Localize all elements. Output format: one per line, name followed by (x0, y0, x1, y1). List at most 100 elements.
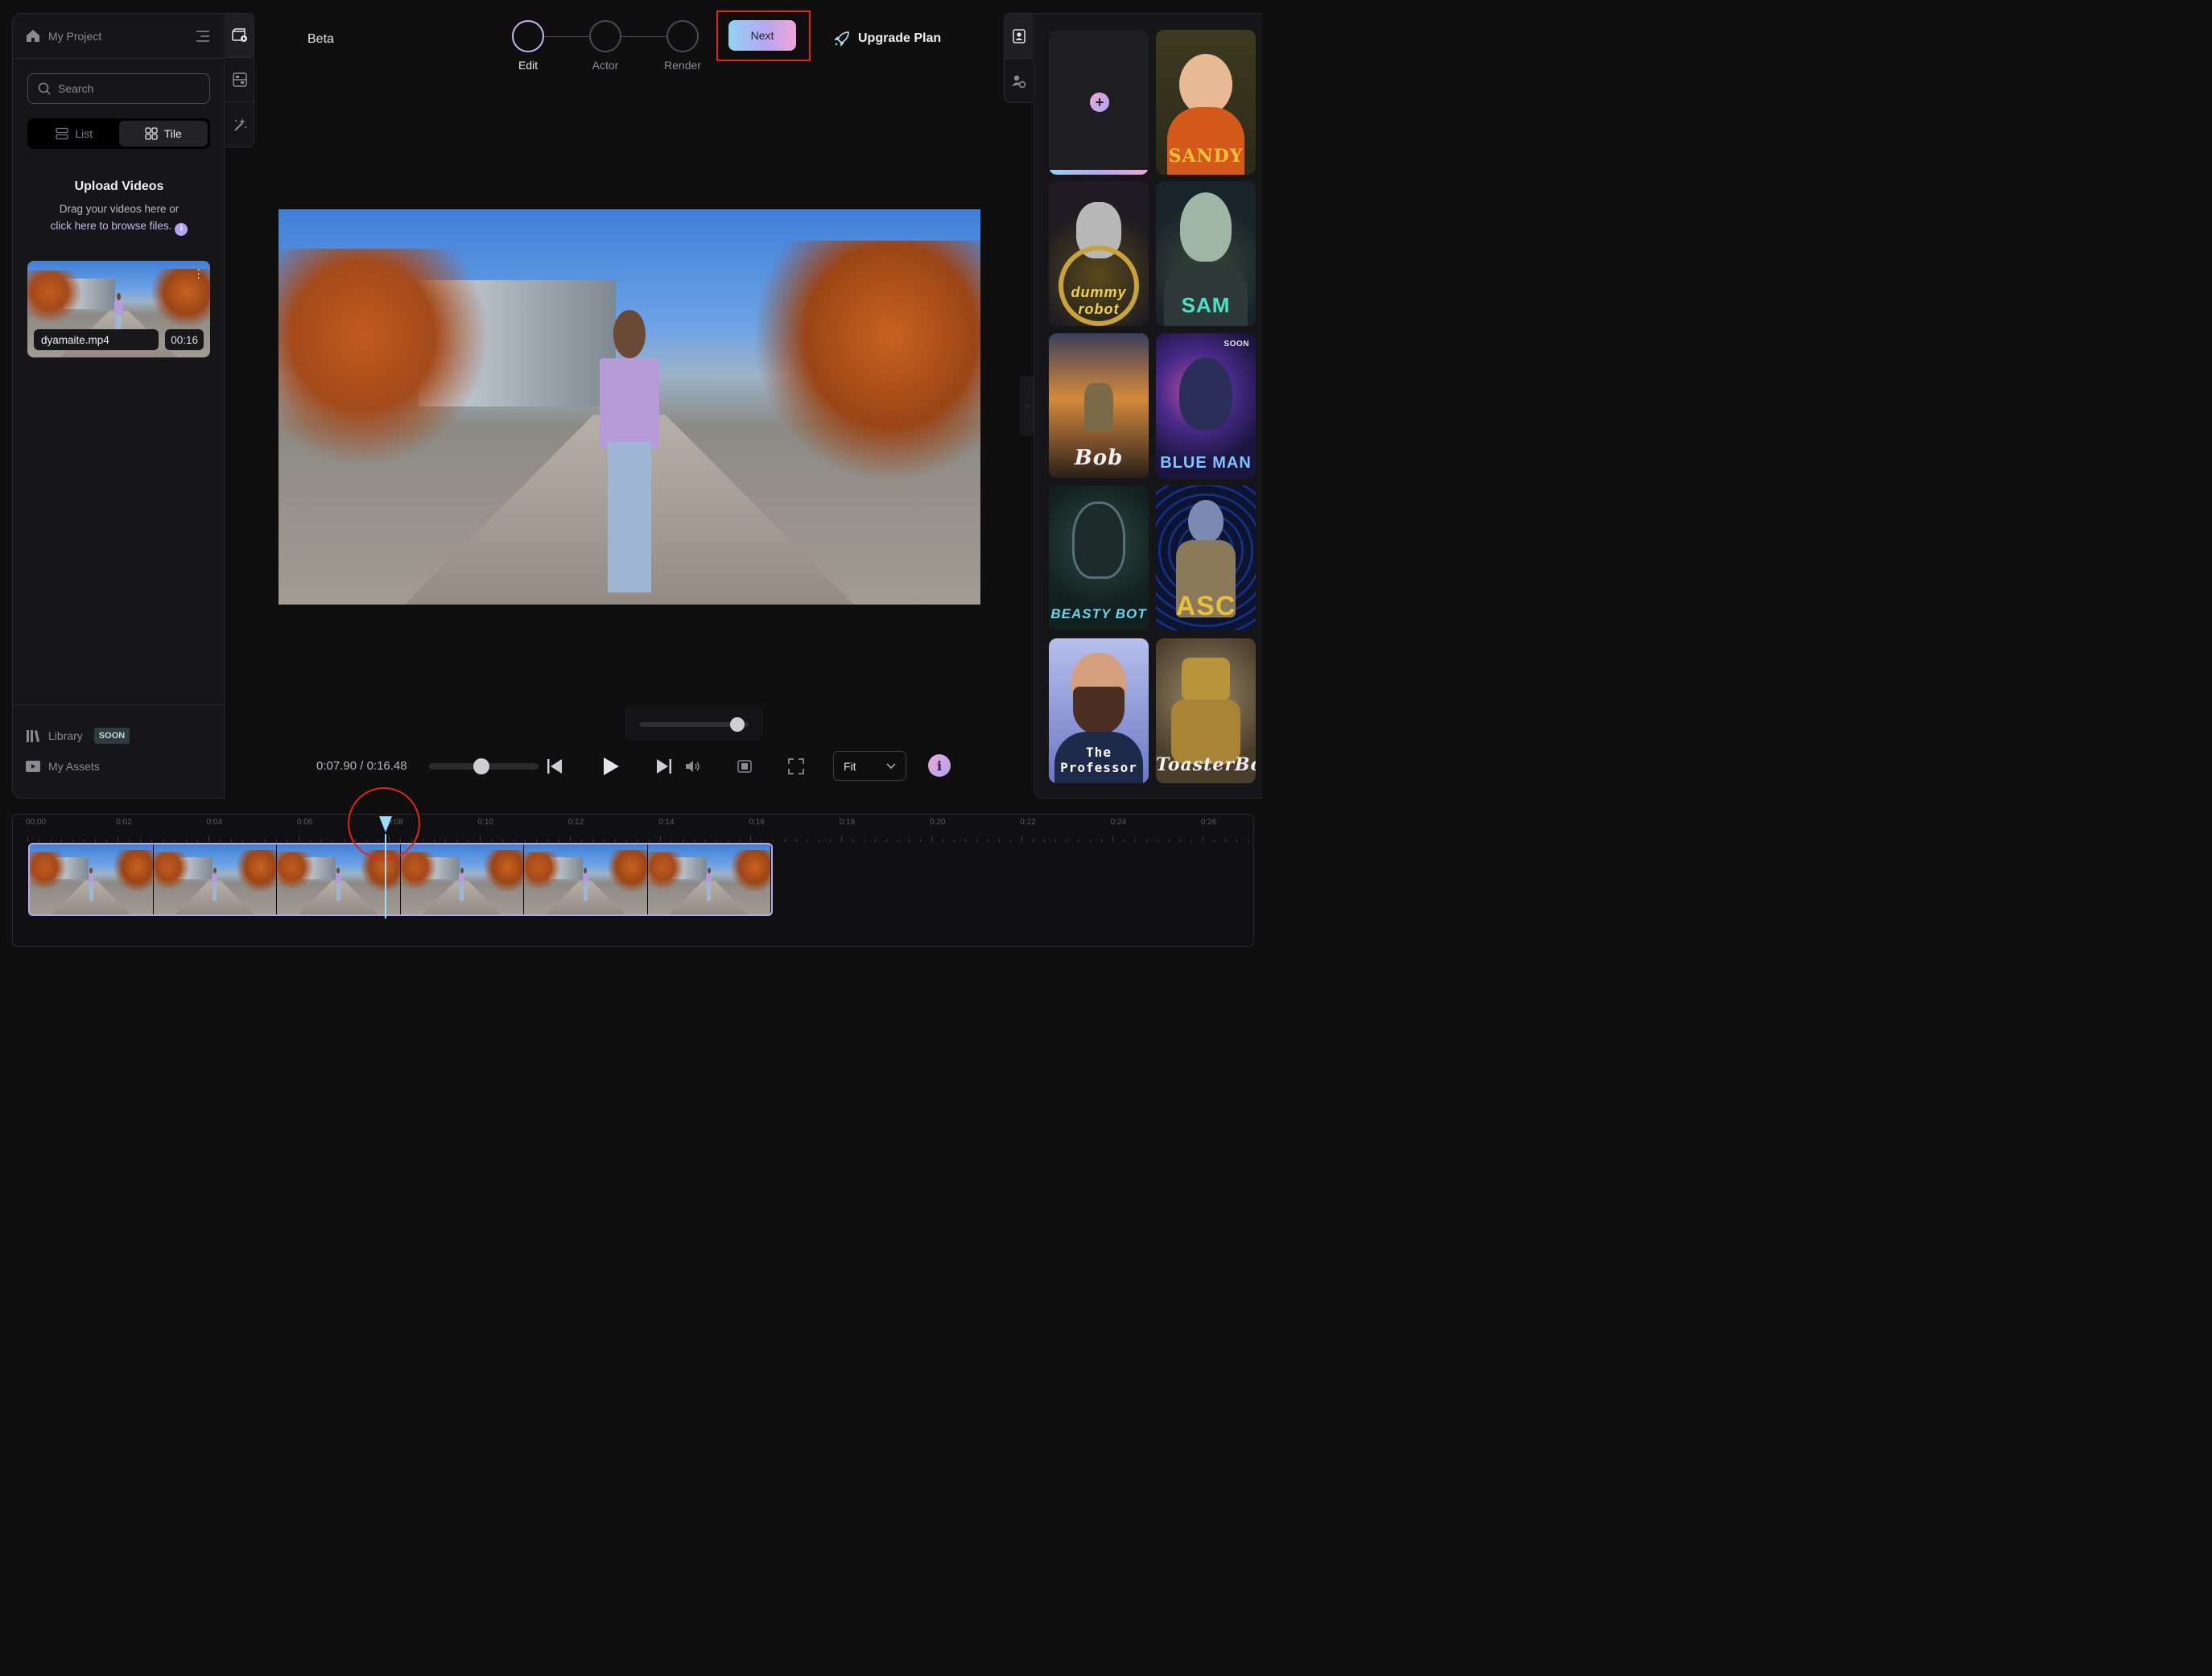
actor-name: SAM (1181, 293, 1231, 317)
current-time: 0:07.90 (316, 759, 357, 773)
ruler-tick (106, 839, 108, 842)
view-toggle: List Tile (27, 118, 210, 149)
actor-card-blue-man[interactable]: SOON BLUE MAN (1156, 333, 1256, 478)
actor-card-toasterbot[interactable]: ToasterBot (1156, 638, 1256, 783)
ruler-tick (874, 839, 876, 842)
ruler-tick (490, 839, 492, 842)
ruler-tick (1044, 839, 1046, 842)
ruler-tick (95, 839, 97, 842)
video-thumbnail[interactable]: · · · dyamaite.mp4 00:16 (27, 261, 210, 357)
actor-beard (1073, 687, 1125, 735)
step-actor-circle[interactable] (589, 20, 621, 52)
preview-frame-image (279, 209, 980, 605)
chevron-down-icon (886, 762, 896, 769)
upgrade-plan-button[interactable]: Upgrade Plan (834, 31, 941, 47)
collapse-panel-handle[interactable]: ‹ (1020, 376, 1034, 436)
step-render-circle[interactable] (666, 20, 699, 52)
actor-card-sam[interactable]: SAM (1156, 181, 1256, 326)
ruler-tick (445, 839, 447, 842)
ruler-tick (840, 836, 842, 842)
timeline-ruler[interactable]: 00:00 0:02 0:04 0:06 0:08 0:10 0:12 0:14 0:16 0:1… (26, 815, 1249, 842)
aspect-ratio-button[interactable] (733, 754, 757, 778)
add-actor-accent-bar (1049, 170, 1149, 175)
skip-forward-button[interactable] (652, 754, 676, 778)
magic-tab[interactable] (225, 102, 254, 147)
tick-label: 0:20 (930, 818, 946, 827)
step-actor-label: Actor (592, 59, 619, 72)
ruler-tick (1055, 839, 1057, 842)
menu-icon[interactable] (195, 30, 211, 43)
tick-label: 0:12 (567, 818, 584, 827)
ruler-tick (1224, 839, 1226, 842)
actor-name: SANDY (1168, 146, 1244, 167)
actor-card-the-professor[interactable]: The Professor (1049, 638, 1149, 783)
tick-label: 0:16 (749, 818, 765, 827)
play-button[interactable] (599, 754, 623, 778)
upgrade-plan-label: Upgrade Plan (858, 31, 942, 45)
ruler-tick (976, 839, 978, 842)
ruler-tick (1112, 836, 1113, 842)
ruler-tick (196, 839, 198, 842)
actor-card-sandy[interactable]: SANDY (1156, 30, 1256, 175)
actor-settings-tab[interactable] (1005, 59, 1033, 104)
search-icon (38, 82, 51, 95)
volume-icon (686, 761, 700, 772)
add-actor-card[interactable]: + (1049, 30, 1149, 175)
ruler-tick (863, 839, 865, 842)
zoom-slider-handle[interactable] (730, 717, 745, 732)
tile-view-button[interactable]: Tile (118, 121, 208, 147)
ruler-tick (614, 839, 616, 842)
info-icon[interactable]: i (175, 222, 188, 236)
video-editor-tab[interactable] (225, 14, 254, 58)
clip-frame (30, 844, 154, 914)
actor-card-asc[interactable]: ASC (1156, 485, 1256, 630)
ruler-tick (174, 839, 175, 842)
ruler-tick (208, 836, 209, 842)
volume-button[interactable] (681, 754, 705, 778)
browse-files-link[interactable]: click here to browse files. (51, 220, 172, 232)
more-options-icon[interactable]: · · · (196, 263, 200, 283)
video-preview[interactable] (279, 209, 980, 605)
fit-dropdown[interactable]: Fit (833, 751, 906, 781)
upload-dropzone[interactable]: Upload Videos Drag your videos here or c… (13, 180, 225, 236)
ruler-tick (829, 839, 831, 842)
search-box[interactable] (27, 73, 210, 104)
timeline[interactable]: 00:00 0:02 0:04 0:06 0:08 0:10 0:12 0:14 0:16 0:1… (12, 787, 1254, 947)
info-button[interactable]: i (928, 754, 951, 777)
list-icon (56, 127, 68, 140)
playback-scrubber-handle[interactable] (473, 758, 490, 774)
ruler-tick (1145, 839, 1147, 842)
ruler-tick (965, 839, 967, 842)
tile-icon (145, 127, 158, 140)
magic-wand-icon (233, 118, 246, 131)
actor-card-bob[interactable]: Bob (1049, 333, 1149, 478)
ruler-tick (569, 836, 571, 842)
ruler-tick (1123, 839, 1125, 842)
ruler-tick (603, 839, 605, 842)
library-nav-item[interactable]: Library SOON (26, 728, 130, 744)
actor-avatar (1182, 658, 1230, 701)
clip-frame (400, 844, 524, 914)
tick-label: 0:10 (477, 818, 493, 827)
ruler-tick (547, 839, 548, 842)
fullscreen-button[interactable] (784, 754, 808, 778)
skip-back-button[interactable] (543, 754, 567, 778)
step-edit-circle[interactable] (512, 20, 544, 52)
clip-frame (153, 844, 277, 914)
playhead-handle[interactable] (379, 816, 392, 832)
tick-label: 0:24 (1110, 818, 1127, 827)
ruler-tick (1010, 839, 1012, 842)
actor-card-dummy-robot[interactable]: dummy robot (1049, 181, 1149, 326)
ruler-tick (1089, 839, 1091, 842)
next-button[interactable]: Next (728, 20, 796, 51)
actor-tab[interactable] (1005, 14, 1033, 59)
list-view-button[interactable]: List (30, 121, 119, 147)
ruler-tick (1179, 839, 1181, 842)
search-input[interactable] (58, 82, 195, 95)
ruler-tick (852, 839, 853, 842)
plus-icon: + (1090, 93, 1109, 112)
actor-card-beasty-bot[interactable]: BEASTY BOT (1049, 485, 1149, 630)
ruler-tick (1168, 839, 1170, 842)
home-icon[interactable] (26, 29, 40, 43)
layout-tab[interactable] (225, 58, 254, 102)
